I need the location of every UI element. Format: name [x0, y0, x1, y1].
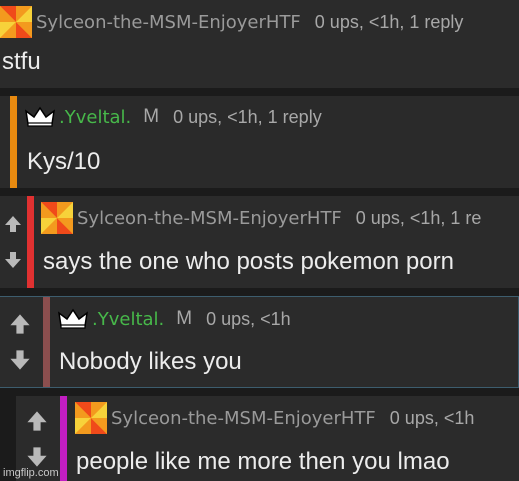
downvote-arrow-icon [8, 348, 32, 372]
username-link[interactable]: .Yveltal. [92, 309, 164, 330]
comment-text: says the one who posts pokemon porn [43, 248, 454, 275]
orange-pinwheel-avatar-icon[interactable] [0, 6, 32, 38]
downvote-button[interactable] [7, 344, 33, 376]
comment-text: people like me more then you lmao [76, 448, 450, 475]
upvote-arrow-icon [3, 214, 23, 234]
comment-meta: 0 ups, <1h, 1 re [355, 207, 482, 228]
reply-depth-bar [60, 396, 67, 481]
comment-2: .Yveltal. M 0 ups, <1h, 1 reply Kys/10 [0, 96, 519, 188]
comment-header: .Yveltal. M 0 ups, <1h [58, 308, 291, 330]
upvote-button[interactable] [24, 405, 50, 437]
upvote-arrow-icon [8, 312, 32, 336]
orange-pinwheel-avatar-icon[interactable] [75, 402, 107, 434]
username-link[interactable]: Sylceon-the-MSM-EnjoyerHTF [111, 408, 376, 429]
orange-pinwheel-avatar-icon[interactable] [41, 202, 73, 234]
comment-meta: 0 ups, <1h [389, 407, 475, 428]
comment-meta: 0 ups, <1h [206, 308, 291, 329]
username-link[interactable]: Sylceon-the-MSM-EnjoyerHTF [77, 208, 342, 229]
comment-text: stfu [2, 48, 41, 75]
comment-text: Nobody likes you [59, 348, 242, 375]
upvote-button[interactable] [7, 308, 33, 340]
comment-4: .Yveltal. M 0 ups, <1h Nobody likes you [0, 296, 519, 388]
username-link[interactable]: Sylceon-the-MSM-EnjoyerHTF [36, 12, 301, 33]
vote-column [0, 196, 26, 288]
user-flair: M [143, 106, 160, 127]
username-link[interactable]: .Yveltal. [59, 107, 131, 128]
comment-meta: 0 ups, <1h, 1 reply [173, 106, 322, 127]
downvote-arrow-icon [3, 250, 23, 270]
comment-3: Sylceon-the-MSM-EnjoyerHTF 0 ups, <1h, 1… [0, 196, 519, 288]
user-flair: M [176, 308, 193, 329]
comment-header: Sylceon-the-MSM-EnjoyerHTF 0 ups, <1h, 1… [0, 6, 463, 38]
vote-column [4, 297, 36, 387]
downvote-arrow-icon [25, 445, 49, 469]
upvote-button[interactable] [0, 208, 26, 240]
crown-icon [25, 106, 55, 128]
downvote-button[interactable] [0, 244, 26, 276]
comment-1: Sylceon-the-MSM-EnjoyerHTF 0 ups, <1h, 1… [0, 0, 519, 88]
comment-5: Sylceon-the-MSM-EnjoyerHTF 0 ups, <1h pe… [16, 396, 519, 481]
comment-header: Sylceon-the-MSM-EnjoyerHTF 0 ups, <1h, 1… [41, 202, 481, 234]
comment-text: Kys/10 [27, 148, 101, 175]
reply-depth-bar [43, 297, 50, 387]
crown-icon [58, 308, 88, 330]
comment-header: .Yveltal. M 0 ups, <1h, 1 reply [25, 106, 322, 128]
comment-header: Sylceon-the-MSM-EnjoyerHTF 0 ups, <1h [75, 402, 474, 434]
imgflip-watermark: imgflip.com [3, 467, 59, 479]
reply-depth-bar [10, 96, 17, 188]
reply-depth-bar [27, 196, 34, 288]
upvote-arrow-icon [25, 409, 49, 433]
comment-meta: 0 ups, <1h, 1 reply [314, 11, 464, 32]
